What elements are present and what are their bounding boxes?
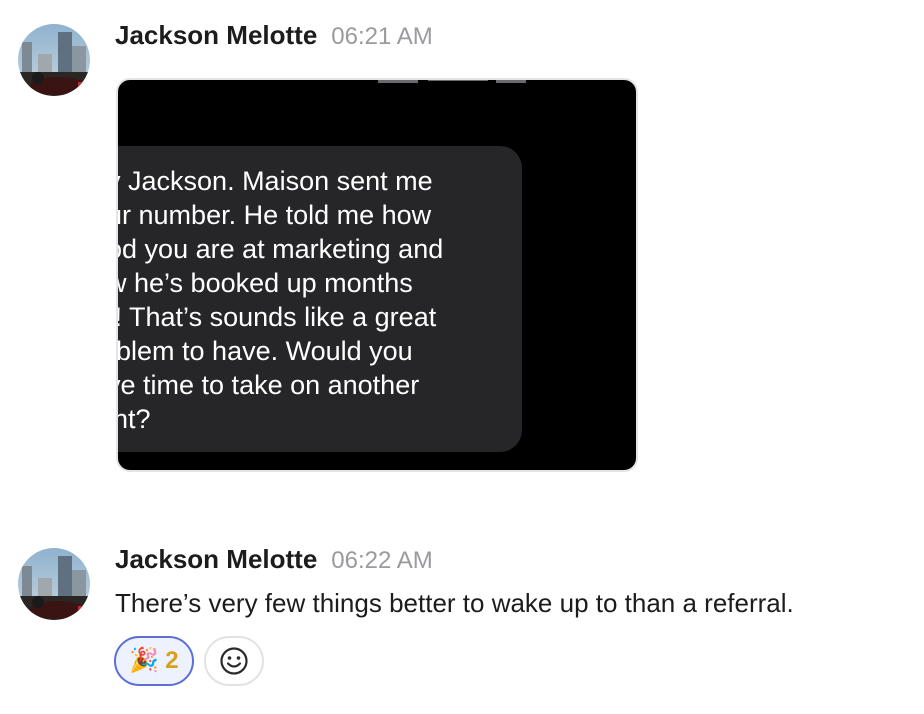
reaction-bar: 🎉 2: [114, 636, 264, 686]
screenshot-text-line: ave time to take on another: [116, 370, 420, 400]
screenshot-text-line: ient?: [116, 404, 151, 434]
message-feed: Jackson Melotte 06:21 AM Yesterday 7:54 …: [0, 0, 924, 714]
screenshot-message-text: ey Jackson. Maison sent me our number. H…: [116, 164, 512, 436]
message: Jackson Melotte 06:22 AM There’s very fe…: [0, 524, 924, 714]
add-reaction-button[interactable]: [204, 636, 264, 686]
cropped-text-fragment: [378, 80, 526, 83]
avatar[interactable]: [18, 24, 90, 96]
screenshot-text-line: ut! That’s sounds like a great: [116, 302, 437, 332]
message-timestamp[interactable]: 06:22 AM: [331, 547, 432, 575]
screenshot-text-line: our number. He told me how: [116, 200, 432, 230]
reaction-party-popper[interactable]: 🎉 2: [114, 636, 194, 686]
message-timestamp[interactable]: 06:21 AM: [331, 23, 432, 51]
message: Jackson Melotte 06:21 AM Yesterday 7:54 …: [0, 0, 924, 500]
smiley-add-reaction-icon: [220, 647, 248, 675]
screenshot-text-line: ow he’s booked up months: [116, 268, 413, 298]
reaction-count: 2: [165, 647, 179, 674]
author-name[interactable]: Jackson Melotte: [115, 544, 317, 575]
avatar[interactable]: [18, 548, 90, 620]
message-header: Jackson Melotte 06:21 AM: [115, 20, 433, 54]
author-name[interactable]: Jackson Melotte: [115, 20, 317, 51]
avatar-photo: [18, 548, 90, 620]
image-attachment[interactable]: Yesterday 7:54 AM ey Jackson. Maison sen…: [116, 78, 638, 472]
message-header: Jackson Melotte 06:22 AM: [115, 544, 433, 578]
screenshot-text-line: ood you are at marketing and: [116, 234, 444, 264]
avatar-photo: [18, 24, 90, 96]
screenshot-text-line: ey Jackson. Maison sent me: [116, 166, 433, 196]
party-popper-icon: 🎉: [129, 647, 160, 674]
message-text: There’s very few things better to wake u…: [115, 588, 794, 618]
screenshot-text-line: roblem to have. Would you: [116, 336, 413, 366]
